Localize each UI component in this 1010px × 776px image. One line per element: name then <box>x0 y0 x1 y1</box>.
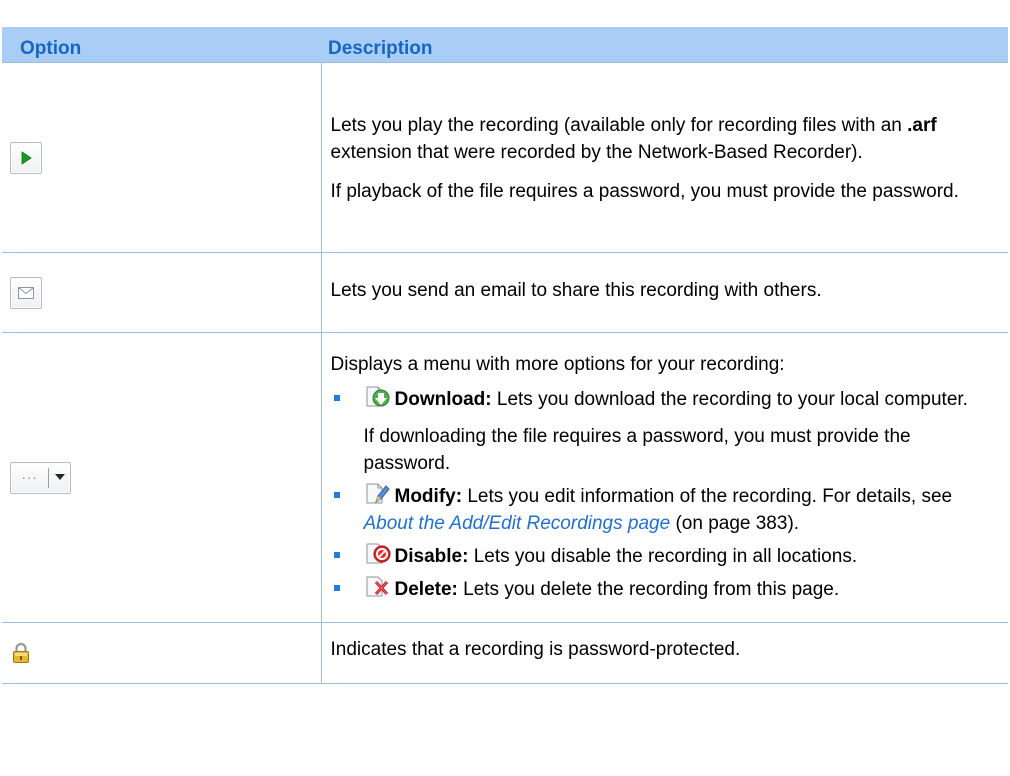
modify-text: Lets you edit information of the recordi… <box>462 485 953 507</box>
list-item-disable: Disable: Lets you disable the recording … <box>331 541 999 570</box>
modify-page-ref: (on page 383). <box>670 512 800 534</box>
options-table: Option Description Lets you play the rec… <box>2 27 1008 684</box>
play-desc-paragraph-1: Lets you play the recording (available o… <box>331 112 999 166</box>
option-cell-lock <box>2 622 322 684</box>
bullet <box>333 584 340 591</box>
table-row-play: Lets you play the recording (available o… <box>2 62 1008 253</box>
table-header-row: Option Description <box>2 27 1008 63</box>
play-icon <box>21 150 32 165</box>
lock-icon <box>13 643 29 664</box>
email-icon <box>18 286 34 299</box>
download-icon <box>366 386 389 406</box>
top-band <box>0 0 1010 27</box>
header-option: Option <box>2 27 321 63</box>
table-row-more-options: ··· Displays a menu with more options fo… <box>2 332 1008 623</box>
header-description: Description <box>321 27 1008 63</box>
delete-icon <box>366 576 388 596</box>
option-cell-email <box>2 252 322 333</box>
table-row-email: Lets you send an email to share this rec… <box>2 252 1008 333</box>
download-label: Download: <box>394 388 492 410</box>
disable-text: Lets you disable the recording in all lo… <box>468 545 858 567</box>
download-text: Lets you download the recording to your … <box>491 388 968 410</box>
bullet <box>333 394 340 401</box>
bullet <box>333 491 340 498</box>
option-cell-play <box>2 62 322 253</box>
disable-icon <box>366 543 390 563</box>
dropdown-arrow[interactable] <box>49 474 70 481</box>
delete-text: Lets you delete the recording from this … <box>457 578 840 600</box>
modify-label: Modify: <box>394 485 463 507</box>
delete-label: Delete: <box>394 578 458 600</box>
description-cell-more: Displays a menu with more options for yo… <box>321 332 1008 623</box>
arf-extension: .arf <box>907 115 937 136</box>
description-cell-email: Lets you send an email to share this rec… <box>321 252 1008 333</box>
chevron-down-icon <box>54 474 65 480</box>
bullet <box>333 551 340 558</box>
email-button[interactable] <box>10 276 42 309</box>
add-edit-recordings-link[interactable]: About the Add/Edit Recordings page <box>364 513 671 534</box>
list-item-download: Download: Lets you download the recordin… <box>331 384 999 477</box>
page: Option Description Lets you play the rec… <box>0 0 1010 776</box>
list-item-delete: Delete: Lets you delete the recording fr… <box>331 574 999 603</box>
play-desc-text-2: extension that were recorded by the Netw… <box>330 142 863 163</box>
more-options-button[interactable]: ··· <box>10 461 71 494</box>
table-row-lock: Indicates that a recording is password-p… <box>2 622 1008 684</box>
play-desc-text-1: Lets you play the recording (available o… <box>330 115 908 136</box>
description-cell-lock: Indicates that a recording is password-p… <box>321 622 1008 684</box>
more-options-intro: Displays a menu with more options for yo… <box>330 353 785 375</box>
list-item-modify: Modify: Lets you edit information of the… <box>331 481 999 537</box>
option-cell-more: ··· <box>2 332 322 623</box>
play-button[interactable] <box>10 141 42 174</box>
disable-label: Disable: <box>394 545 469 567</box>
download-password-note: If downloading the file requires a passw… <box>363 425 911 474</box>
more-options-icon: ··· <box>21 469 38 485</box>
more-options-list: Download: Lets you download the recordin… <box>331 384 999 603</box>
description-cell-play: Lets you play the recording (available o… <box>321 62 1008 253</box>
modify-icon <box>366 483 390 503</box>
play-desc-paragraph-2: If playback of the file requires a passw… <box>330 181 959 202</box>
